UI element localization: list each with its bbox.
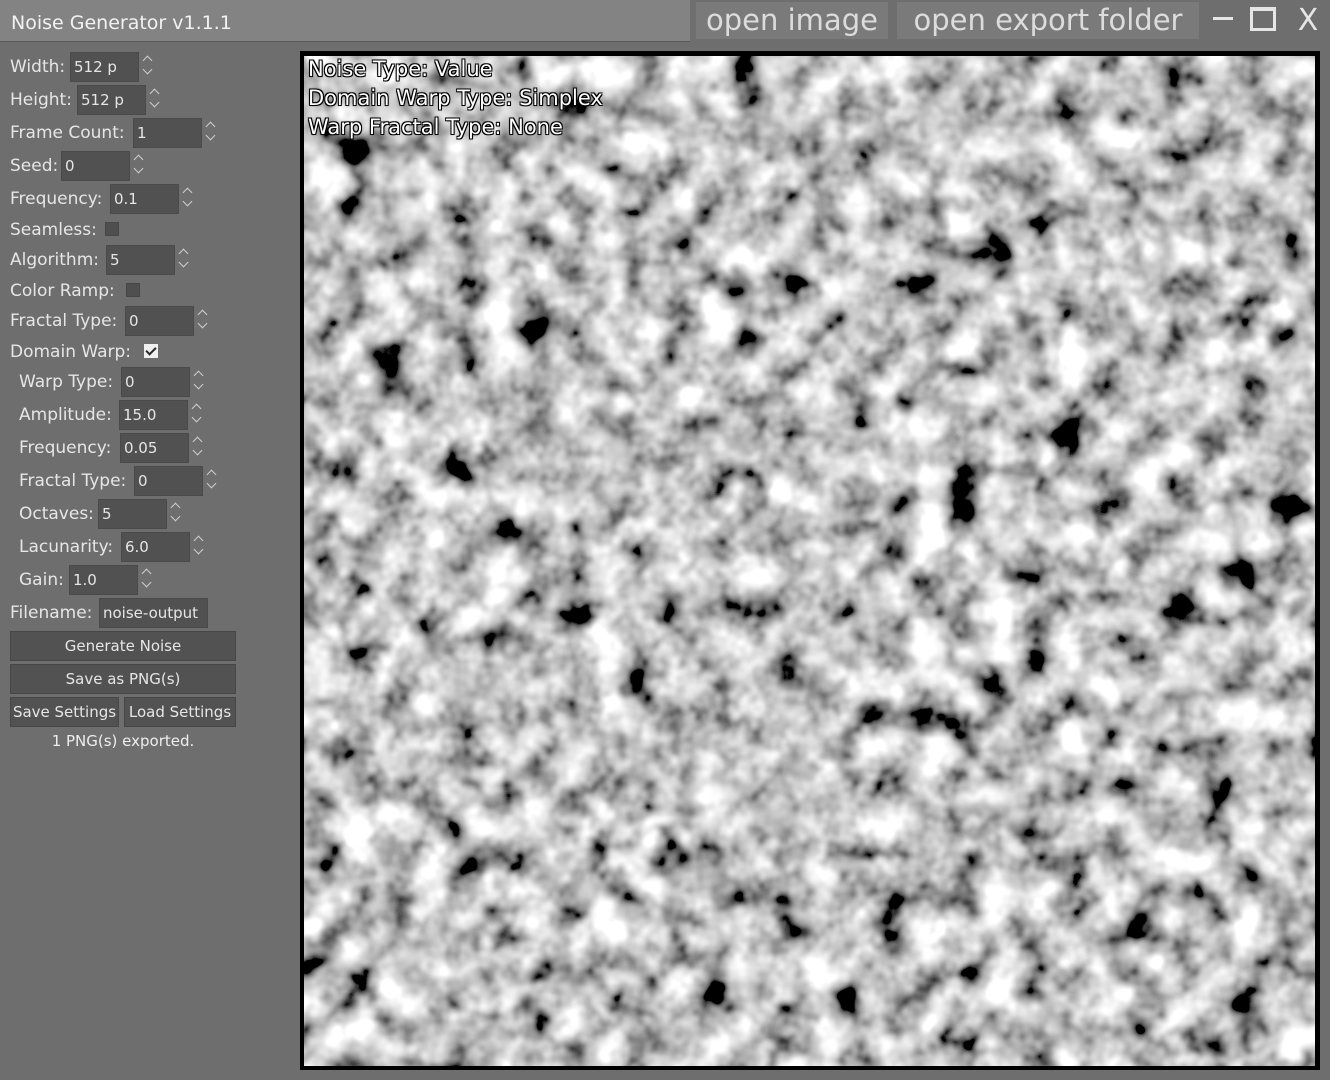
frame-count-input[interactable]: 1 (133, 118, 202, 148)
preview-frame (300, 51, 1320, 1070)
warp-fractal-type-label: Fractal Type: (19, 471, 127, 491)
domain-warp-label: Domain Warp: (10, 342, 132, 362)
algorithm-label: Algorithm: (10, 250, 99, 270)
save-settings-button[interactable]: Save Settings (10, 697, 119, 727)
octaves-input[interactable]: 5 (98, 499, 167, 529)
seamless-label: Seamless: (10, 220, 97, 240)
lacunarity-input[interactable]: 6.0 (121, 532, 190, 562)
chevron-down-icon (142, 64, 153, 75)
open-image-button[interactable]: open image (696, 2, 888, 39)
fractal-type-input[interactable]: 0 (125, 306, 194, 336)
lacunarity-label: Lacunarity: (19, 537, 114, 557)
save-png-button[interactable]: Save as PNG(s) (10, 664, 236, 694)
chevron-down-icon (193, 544, 204, 555)
maximize-button[interactable] (1244, 0, 1284, 41)
width-input[interactable]: 512 p (70, 52, 139, 82)
noise-type-overlay: Noise Type: Value (308, 57, 493, 81)
amplitude-spinner[interactable] (191, 402, 203, 428)
warp-type-input[interactable]: 0 (121, 367, 190, 397)
height-spinner[interactable] (149, 87, 161, 113)
frequency-spinner[interactable] (182, 186, 194, 212)
chevron-down-icon (149, 97, 160, 108)
seed-input[interactable]: 0 (61, 151, 130, 181)
filename-label: Filename: (10, 603, 93, 623)
chevron-down-icon (193, 379, 204, 390)
open-export-folder-button[interactable]: open export folder (897, 2, 1199, 39)
height-input[interactable]: 512 p (77, 85, 146, 115)
fractal-type-spinner[interactable] (197, 308, 209, 334)
width-spinner[interactable] (142, 54, 154, 80)
warp-type-spinner[interactable] (193, 369, 205, 395)
amplitude-label: Amplitude: (19, 405, 112, 425)
warp-fractal-type-spinner[interactable] (206, 468, 218, 494)
chevron-down-icon (191, 412, 202, 423)
chevron-down-icon (141, 577, 152, 588)
domain-warp-type-overlay: Domain Warp Type: Simplex (308, 86, 603, 110)
gain-spinner[interactable] (141, 567, 153, 593)
warp-frequency-input[interactable]: 0.05 (120, 433, 189, 463)
chevron-down-icon (133, 163, 144, 174)
amplitude-input[interactable]: 15.0 (119, 400, 188, 430)
gain-label: Gain: (19, 570, 64, 590)
app-window: Noise Generator v1.1.1 open image open e… (0, 0, 1330, 1080)
algorithm-input[interactable]: 5 (106, 245, 175, 275)
gain-input[interactable]: 1.0 (69, 565, 138, 595)
minimize-icon (1213, 17, 1233, 20)
window-title: Noise Generator v1.1.1 (11, 12, 232, 34)
close-icon: X (1297, 3, 1319, 38)
warp-fractal-type-input[interactable]: 0 (134, 466, 203, 496)
status-message: 1 PNG(s) exported. (51, 732, 195, 750)
octaves-spinner[interactable] (170, 501, 182, 527)
color-ramp-label: Color Ramp: (10, 281, 115, 301)
height-label: Height: (10, 90, 72, 110)
generate-noise-button[interactable]: Generate Noise (10, 631, 236, 661)
seed-label: Seed: (10, 156, 59, 176)
chevron-down-icon (205, 130, 216, 141)
seed-spinner[interactable] (133, 153, 145, 179)
close-button[interactable]: X (1288, 0, 1328, 41)
maximize-icon (1250, 7, 1276, 31)
minimize-button[interactable] (1202, 0, 1242, 41)
color-ramp-checkbox[interactable] (126, 283, 140, 297)
noise-preview-image (304, 56, 1315, 1066)
title-bar[interactable]: Noise Generator v1.1.1 open image open e… (0, 0, 1330, 42)
load-settings-button[interactable]: Load Settings (124, 697, 236, 727)
octaves-label: Octaves: (19, 504, 94, 524)
fractal-type-label: Fractal Type: (10, 311, 118, 331)
filename-input[interactable]: noise-output (99, 598, 208, 628)
warp-frequency-spinner[interactable] (192, 435, 204, 461)
frame-count-label: Frame Count: (10, 123, 125, 143)
domain-warp-checkbox[interactable] (144, 344, 158, 358)
chevron-down-icon (192, 445, 203, 456)
lacunarity-spinner[interactable] (193, 534, 205, 560)
width-label: Width: (10, 57, 66, 77)
algorithm-spinner[interactable] (178, 247, 190, 273)
frequency-input[interactable]: 0.1 (110, 184, 179, 214)
warp-fractal-type-overlay: Warp Fractal Type: None (308, 115, 563, 139)
seamless-checkbox[interactable] (105, 222, 119, 236)
warp-frequency-label: Frequency: (19, 438, 112, 458)
chevron-down-icon (197, 318, 208, 329)
chevron-down-icon (170, 511, 181, 522)
frequency-label: Frequency: (10, 189, 103, 209)
frame-count-spinner[interactable] (205, 120, 217, 146)
chevron-down-icon (178, 257, 189, 268)
chevron-down-icon (206, 478, 217, 489)
chevron-down-icon (182, 196, 193, 207)
warp-type-label: Warp Type: (19, 372, 114, 392)
